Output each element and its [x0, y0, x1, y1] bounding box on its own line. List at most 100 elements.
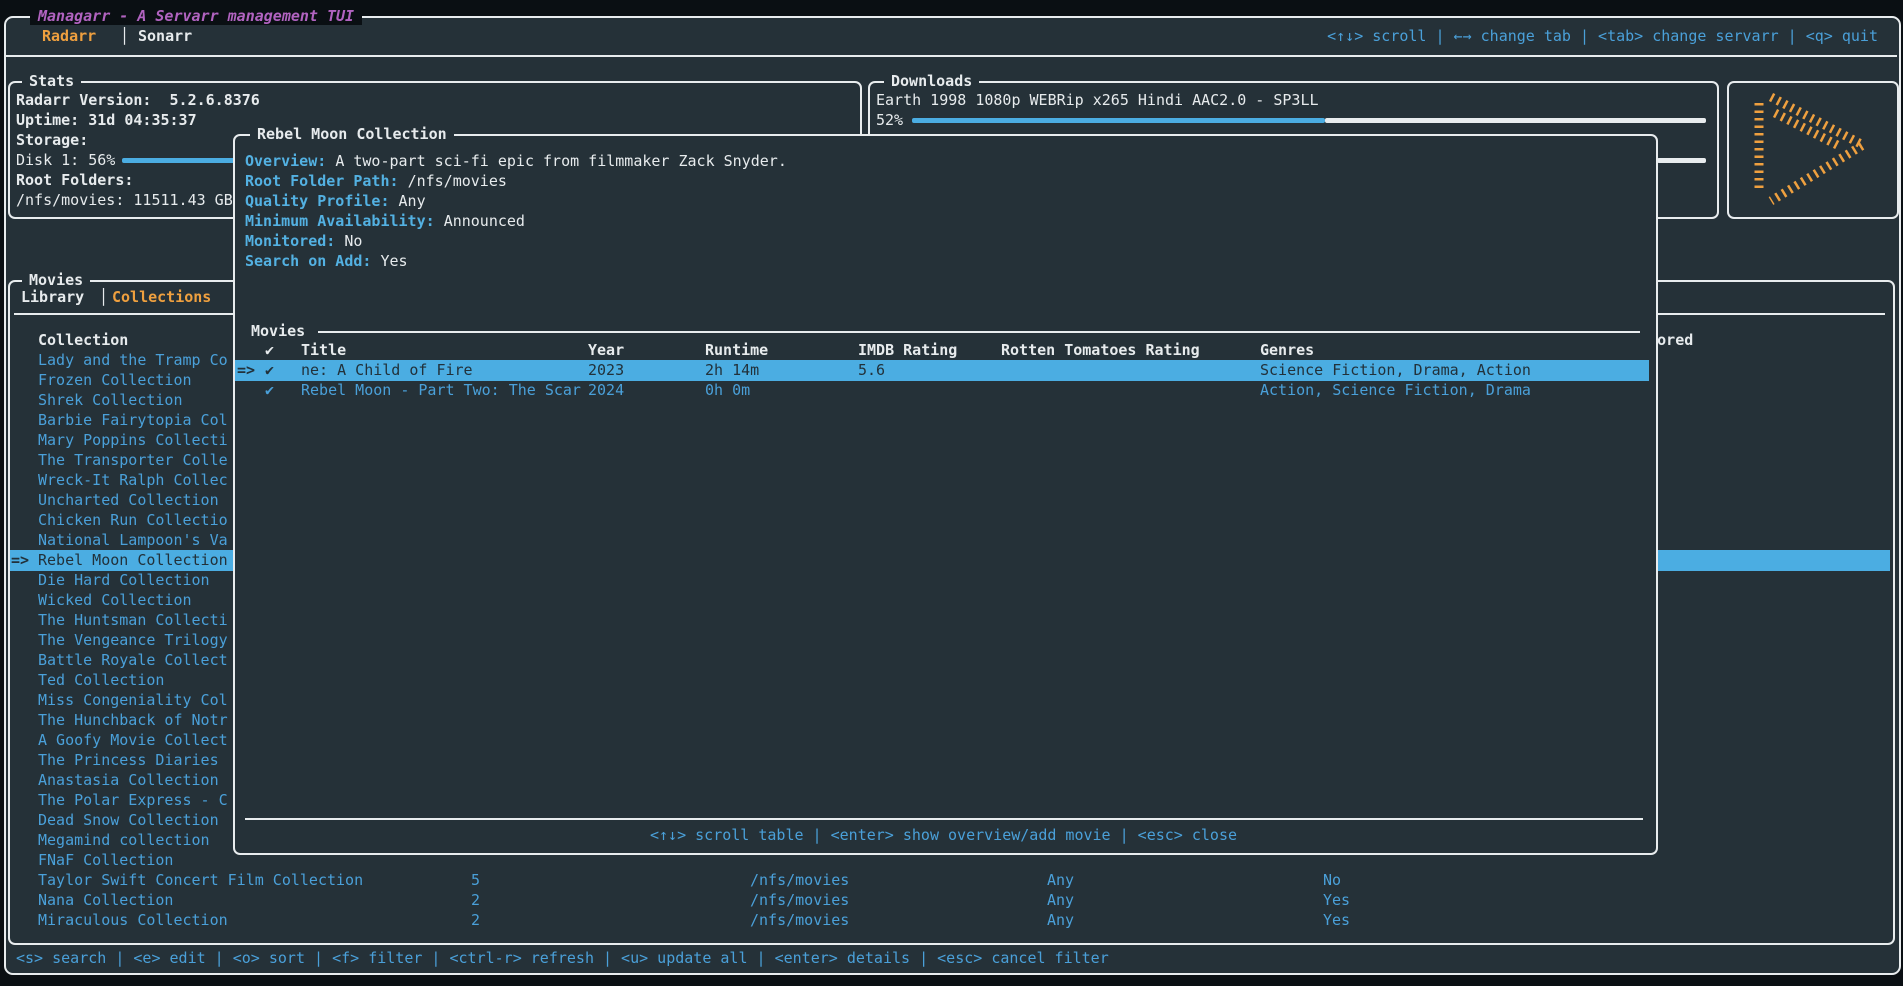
movies-panel-title: Movies: [22, 272, 90, 289]
collection-list-item[interactable]: Lady and the Tramp Co: [38, 352, 228, 369]
collection-list-item[interactable]: The Princess Diaries: [38, 752, 219, 769]
header-divider: [4, 55, 1897, 57]
movie-year-cell: 2024: [588, 382, 624, 399]
movie-title-cell[interactable]: ne: A Child of Fire: [301, 362, 473, 379]
movies-tab-separator: │: [99, 289, 108, 306]
terminal-screen: Managarr - A Servarr management TUI Rada…: [0, 0, 1903, 986]
collection-path-cell: /nfs/movies: [750, 892, 849, 909]
movie-runtime-cell: 2h 14m: [705, 362, 759, 379]
tab-collections[interactable]: Collections: [112, 289, 211, 306]
movie-check-icon: ✔: [265, 382, 274, 399]
collection-details-modal: [233, 134, 1658, 855]
modal-movies-header-2: Year: [588, 342, 624, 359]
collection-list-item[interactable]: Battle Royale Collect: [38, 652, 228, 669]
modal-field-row: Minimum Availability: Announced: [245, 213, 525, 230]
collection-quality-cell: Any: [1047, 912, 1074, 929]
modal-movies-header-4: IMDB Rating: [858, 342, 957, 359]
modal-movies-header-0: ✔: [265, 342, 274, 359]
collection-list-item[interactable]: Wicked Collection: [38, 592, 192, 609]
collection-quality-cell: Any: [1047, 892, 1074, 909]
collection-column-header: Collection: [38, 332, 128, 349]
movie-title-cell[interactable]: Rebel Moon - Part Two: The Scar: [301, 382, 581, 399]
modal-field-value: No: [344, 232, 362, 250]
modal-movies-section-title: Movies: [244, 323, 312, 340]
stats-rootfolder-value: /nfs/movies: 11511.43 GB: [16, 192, 233, 209]
modal-footer-divider: [245, 818, 1643, 820]
download-gauge-rest: [1325, 118, 1706, 123]
modal-movies-header-6: Genres: [1260, 342, 1314, 359]
modal-field-value: Yes: [380, 252, 407, 270]
stats-version: Radarr Version: 5.2.6.8376: [16, 92, 260, 109]
stats-rootfolders-label: Root Folders:: [16, 172, 133, 189]
collection-flag-cell: No: [1323, 872, 1341, 889]
modal-field-label: Quality Profile:: [245, 192, 390, 210]
collection-list-item[interactable]: Taylor Swift Concert Film Collection: [38, 872, 363, 889]
modal-field-row: Quality Profile: Any: [245, 193, 426, 210]
collection-path-cell: /nfs/movies: [750, 912, 849, 929]
download-item-title: Earth 1998 1080p WEBRip x265 Hindi AAC2.…: [876, 92, 1319, 109]
modal-field-label: Minimum Availability:: [245, 212, 435, 230]
collection-list-item[interactable]: The Vengeance Trilogy: [38, 632, 228, 649]
downloads-panel-title: Downloads: [884, 73, 979, 90]
top-keybinds: <↑↓> scroll | ←→ change tab | <tab> chan…: [1327, 28, 1878, 45]
collection-list-item[interactable]: Ted Collection: [38, 672, 164, 689]
collection-list-item[interactable]: Shrek Collection: [38, 392, 183, 409]
collection-list-item[interactable]: Barbie Fairytopia Col: [38, 412, 228, 429]
stats-uptime: Uptime: 31d 04:35:37: [16, 112, 197, 129]
tab-radarr[interactable]: Radarr: [42, 28, 96, 45]
modal-field-label: Overview:: [245, 152, 326, 170]
collection-list-item[interactable]: The Polar Express - C: [38, 792, 228, 809]
modal-movies-title-line: [318, 331, 1640, 333]
collection-count-cell: 5: [471, 872, 480, 889]
collection-list-item[interactable]: Uncharted Collection: [38, 492, 219, 509]
collection-list-item[interactable]: The Transporter Colle: [38, 452, 228, 469]
movie-runtime-cell: 0h 0m: [705, 382, 750, 399]
collection-list-item[interactable]: Frozen Collection: [38, 372, 192, 389]
collection-list-item[interactable]: National Lampoon's Va: [38, 532, 228, 549]
movie-genres-cell: Action, Science Fiction, Drama: [1260, 382, 1531, 399]
collection-list-item[interactable]: Megamind collection: [38, 832, 210, 849]
modal-field-value: Any: [399, 192, 426, 210]
collection-list-item[interactable]: Rebel Moon Collection: [38, 552, 228, 569]
stats-storage-label: Storage:: [16, 132, 88, 149]
modal-movies-header-5: Rotten Tomatoes Rating: [1001, 342, 1200, 359]
modal-selection-arrow: =>: [237, 362, 255, 379]
collection-list-item[interactable]: The Hunchback of Notr: [38, 712, 228, 729]
collection-list-item[interactable]: Miss Congeniality Col: [38, 692, 228, 709]
movie-year-cell: 2023: [588, 362, 624, 379]
collection-list-item[interactable]: Nana Collection: [38, 892, 173, 909]
collection-count-cell: 2: [471, 912, 480, 929]
collection-list-item[interactable]: Die Hard Collection: [38, 572, 210, 589]
modal-field-label: Search on Add:: [245, 252, 371, 270]
modal-field-row: Root Folder Path: /nfs/movies: [245, 173, 507, 190]
radarr-ascii-logo-icon: [1745, 89, 1877, 207]
movie-imdb-cell: 5.6: [858, 362, 885, 379]
collection-list-item[interactable]: Mary Poppins Collecti: [38, 432, 228, 449]
collection-list-item[interactable]: Chicken Run Collectio: [38, 512, 228, 529]
collection-list-item[interactable]: Miraculous Collection: [38, 912, 228, 929]
modal-field-value: Announced: [444, 212, 525, 230]
modal-field-row: Overview: A two-part sci-fi epic from fi…: [245, 153, 787, 170]
bottom-keybinds: <s> search | <e> edit | <o> sort | <f> f…: [16, 950, 1109, 967]
collection-flag-cell: Yes: [1323, 912, 1350, 929]
collection-list-item[interactable]: FNaF Collection: [38, 852, 173, 869]
collection-quality-cell: Any: [1047, 872, 1074, 889]
collection-list-item[interactable]: A Goofy Movie Collect: [38, 732, 228, 749]
collection-list-item[interactable]: Wreck-It Ralph Collec: [38, 472, 228, 489]
stats-panel-title: Stats: [22, 73, 81, 90]
modal-movies-header-3: Runtime: [705, 342, 768, 359]
download-gauge-filled: [912, 118, 1325, 123]
tab-separator: │: [120, 28, 129, 45]
collection-list-item[interactable]: Anastasia Collection: [38, 772, 219, 789]
tab-library[interactable]: Library: [21, 289, 84, 306]
download-percent-label: 52%: [876, 112, 903, 129]
modal-footer-keybinds: <↑↓> scroll table | <enter> show overvie…: [233, 827, 1654, 844]
collection-list-item[interactable]: The Huntsman Collecti: [38, 612, 228, 629]
app-title: Managarr - A Servarr management TUI: [30, 8, 362, 25]
collection-count-cell: 2: [471, 892, 480, 909]
tab-sonarr[interactable]: Sonarr: [138, 28, 192, 45]
stats-disk-label: Disk 1: 56%: [16, 152, 115, 169]
movie-genres-cell: Science Fiction, Drama, Action: [1260, 362, 1531, 379]
collection-list-item[interactable]: Dead Snow Collection: [38, 812, 219, 829]
modal-field-row: Search on Add: Yes: [245, 253, 408, 270]
